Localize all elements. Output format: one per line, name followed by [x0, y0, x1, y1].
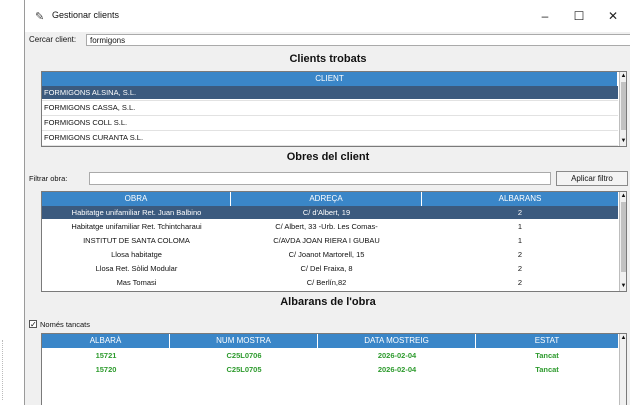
table-row[interactable]: 15721 C25L0706 2026-02-04 Tancat	[42, 349, 618, 362]
table-row[interactable]: Llosa habitatge C/ Joanot Martorell, 15 2	[42, 248, 618, 261]
num-mostra-cell: C25L0705	[226, 365, 262, 374]
title-bar: ✎ Gestionar clients – ☐ ✕	[25, 0, 630, 32]
table-row[interactable]: 15720 C25L0705 2026-02-04 Tancat	[42, 363, 618, 376]
obra-cell: Mas Tomasi	[116, 278, 157, 287]
column-header-estat[interactable]: ESTAT	[476, 334, 618, 348]
estat-cell: Tancat	[535, 365, 559, 374]
column-header-albara[interactable]: ALBARÀ	[42, 334, 170, 348]
obra-cell: Llosa Ret. Sòlid Modular	[95, 264, 178, 273]
scrollbar-thumb[interactable]	[621, 202, 626, 272]
adreca-cell: C/ Albert, 33 -Urb. Les Comas-	[275, 222, 378, 231]
screenshot-frame: ✎ Gestionar clients – ☐ ✕ Cercar client:…	[0, 0, 630, 405]
table-row[interactable]: FORMIGONS ALSINA, S.L.	[42, 86, 618, 99]
apply-filter-button[interactable]: Aplicar filtro	[556, 171, 628, 186]
table-row[interactable]: Llosa Ret. Sòlid Modular C/ Del Fraixa, 8…	[42, 262, 618, 275]
background-desktop	[0, 0, 24, 405]
filter-row: Filtrar obra: Aplicar filtro	[25, 170, 630, 188]
obres-scrollbar[interactable]: ▲ ▼	[619, 192, 626, 291]
obres-table-header: OBRA ADREÇA ALBARANS	[42, 192, 618, 206]
albarans-count-cell: 1	[517, 236, 523, 245]
row-separator	[42, 145, 618, 146]
client-name-cell: FORMIGONS CASSA, S.L.	[44, 103, 136, 112]
clients-table: CLIENT FORMIGONS ALSINA, S.L. FORMIGONS C…	[41, 71, 627, 147]
clients-table-header: CLIENT	[42, 72, 618, 86]
adreca-cell: C/ d'Albert, 19	[302, 208, 351, 217]
column-header-data-mostreig[interactable]: DATA MOSTREIG	[318, 334, 476, 348]
scroll-up-arrow-icon[interactable]: ▲	[620, 72, 626, 81]
table-row[interactable]: INSTITUT DE SANTA COLOMA C/AVDA JOAN RIER…	[42, 234, 618, 247]
column-header-client[interactable]: CLIENT	[42, 72, 618, 86]
obra-cell: Llosa habitatge	[111, 250, 162, 259]
obra-cell: INSTITUT DE SANTA COLOMA	[83, 236, 190, 245]
scroll-down-arrow-icon[interactable]: ▼	[620, 137, 626, 146]
clients-scrollbar[interactable]: ▲ ▼	[619, 72, 626, 146]
only-closed-checkbox[interactable]: ✓	[29, 320, 37, 329]
obra-cell: Habitatge unifamiliar Ret. Tchintcharaui	[71, 222, 202, 231]
only-closed-checkbox-row[interactable]: ✓ Només tancats	[25, 318, 225, 332]
minimize-button[interactable]: –	[531, 6, 559, 26]
only-closed-label: Només tancats	[40, 320, 91, 329]
table-row[interactable]: FORMIGONS CASSA, S.L.	[42, 101, 618, 114]
filter-label: Filtrar obra:	[29, 174, 68, 183]
table-row[interactable]: Habitatge unifamiliar Ret. Tchintcharaui…	[42, 220, 618, 233]
column-header-num-mostra[interactable]: NUM MOSTRA	[170, 334, 318, 348]
client-name-cell: FORMIGONS ALSINA, S.L.	[44, 88, 137, 97]
obres-table: OBRA ADREÇA ALBARANS Habitatge unifamili…	[41, 191, 627, 292]
column-header-adreca[interactable]: ADREÇA	[231, 192, 422, 206]
filter-input[interactable]	[89, 172, 551, 185]
albarans-table: ALBARÀ NUM MOSTRA DATA MOSTREIG ESTAT 15…	[41, 333, 627, 405]
table-row[interactable]: Mas Tomasi C/ Berlín,82 2	[42, 276, 618, 289]
client-name-cell: FORMIGONS CURANTA S.L.	[44, 133, 144, 142]
search-label: Cercar client:	[29, 35, 77, 44]
albara-cell: 15721	[95, 351, 117, 360]
feather-icon: ✎	[35, 11, 45, 23]
scroll-up-arrow-icon[interactable]: ▲	[620, 192, 626, 201]
column-header-albarans[interactable]: ALBARANS	[422, 192, 618, 206]
albarans-count-cell: 2	[517, 278, 523, 287]
maximize-button[interactable]: ☐	[565, 6, 593, 26]
num-mostra-cell: C25L0706	[226, 351, 262, 360]
scrollbar-thumb[interactable]	[621, 82, 626, 130]
scroll-up-arrow-icon[interactable]: ▲	[620, 334, 626, 343]
window-title: Gestionar clients	[52, 10, 120, 20]
estat-cell: Tancat	[535, 351, 559, 360]
search-row: Cercar client: formigons	[25, 32, 630, 50]
albarans-scrollbar[interactable]: ▲	[619, 334, 626, 405]
table-row[interactable]: FORMIGONS COLL S.L.	[42, 116, 618, 129]
obra-cell: Habitatge unifamiliar Ret. Juan Balbino	[71, 208, 202, 217]
column-header-obra[interactable]: OBRA	[42, 192, 231, 206]
adreca-cell: C/ Joanot Martorell, 15	[288, 250, 365, 259]
scroll-down-arrow-icon[interactable]: ▼	[620, 282, 626, 291]
data-mostreig-cell: 2026-02-04	[377, 351, 417, 360]
obres-section-title: Obres del client	[286, 151, 370, 163]
client-name-cell: FORMIGONS COLL S.L.	[44, 118, 128, 127]
albarans-count-cell: 1	[517, 222, 523, 231]
table-row[interactable]: Habitatge unifamiliar Ret. Juan Balbino C…	[42, 206, 618, 219]
albarans-count-cell: 2	[517, 264, 523, 273]
table-row[interactable]: FORMIGONS CURANTA S.L.	[42, 131, 618, 144]
app-window: ✎ Gestionar clients – ☐ ✕ Cercar client:…	[24, 0, 630, 405]
adreca-cell: C/AVDA JOAN RIERA I GUBAU	[273, 236, 380, 245]
adreca-cell: C/ Berlín,82	[306, 278, 347, 287]
close-button[interactable]: ✕	[599, 6, 627, 26]
clients-section-title: Clients trobats	[289, 53, 367, 65]
adreca-cell: C/ Del Fraixa, 8	[300, 264, 353, 273]
albarans-count-cell: 2	[517, 208, 523, 217]
search-input[interactable]: formigons	[86, 34, 630, 46]
albarans-section-title: Albarans de l'obra	[280, 296, 376, 308]
albarans-count-cell: 2	[517, 250, 523, 259]
albarans-table-header: ALBARÀ NUM MOSTRA DATA MOSTREIG ESTAT	[42, 334, 618, 348]
albara-cell: 15720	[95, 365, 117, 374]
data-mostreig-cell: 2026-02-04	[377, 365, 417, 374]
